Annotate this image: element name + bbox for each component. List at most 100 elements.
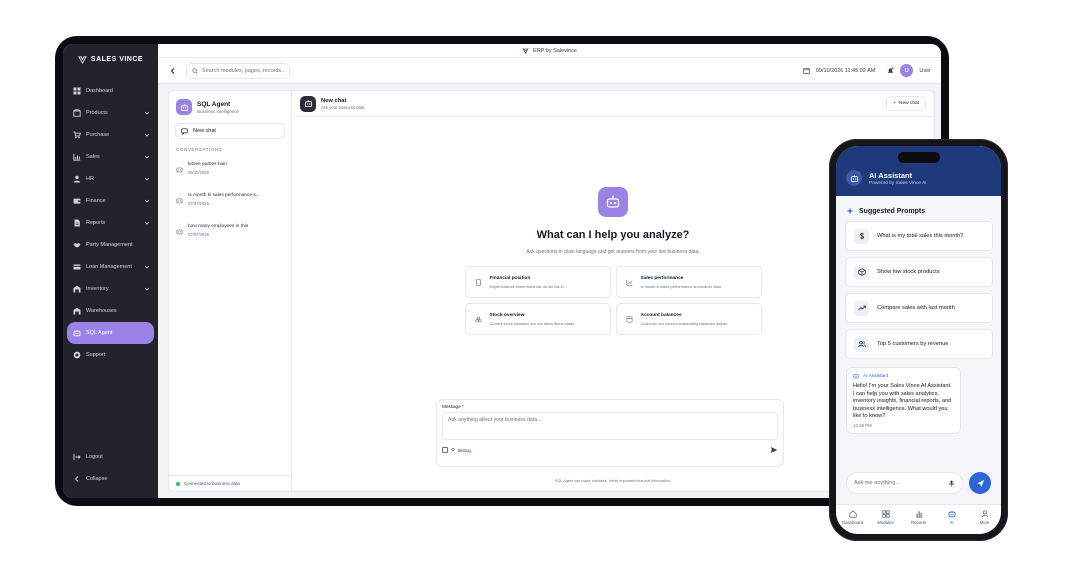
assistant-message: AI Assistant Hello! I'm your Sales Vince… (846, 367, 961, 434)
modules-icon (881, 510, 890, 518)
card-description: Mujhe balance sheet bana kar do abi tak … (489, 283, 564, 289)
database-icon (626, 315, 632, 323)
card-description: Current stock valuation aur low stock it… (489, 320, 575, 326)
product-showcase: SALES VINCE Dashboard Products Purchase (0, 0, 1080, 572)
conversation-item[interactable]: kitnee parties hain 09/10/2026 (169, 158, 291, 189)
sidebar-item-hr[interactable]: HR (63, 168, 158, 190)
document-icon (475, 278, 481, 286)
bot-icon (176, 229, 183, 235)
bot-icon (73, 329, 81, 337)
person-icon (981, 510, 988, 518)
message-input[interactable]: Ask anything about your business data... (442, 412, 778, 440)
tab-label: Reports (910, 520, 927, 525)
tab-label: AI (949, 520, 954, 525)
sidebar-item-reports[interactable]: Reports (63, 212, 158, 234)
back-button[interactable] (168, 66, 178, 76)
tab-more[interactable]: More (971, 510, 999, 525)
logout-label: Logout (86, 454, 103, 460)
warehouse-icon (73, 285, 81, 293)
brand-logo: SALES VINCE (63, 50, 158, 68)
sparkle-icon (846, 207, 854, 215)
connection-status: Connected to business data (169, 475, 291, 491)
prompt-button[interactable]: Top 5 customers by revenue (845, 329, 993, 359)
window-titlebar: ERP by Salevince (158, 44, 941, 58)
send-button[interactable] (770, 446, 778, 454)
tab-dashboard[interactable]: Dashboard (839, 510, 867, 525)
tab-label: Dashboard (841, 520, 864, 525)
collapse-button[interactable]: Collapse (63, 468, 158, 490)
sidebar-item-loan-management[interactable]: Loan Management (63, 256, 158, 278)
sidebar-item-sales[interactable]: Sales (63, 146, 158, 168)
debug-gear-icon: ⚙ (451, 447, 455, 452)
sidebar-item-purchase[interactable]: Purchase (63, 124, 158, 146)
grid-icon (73, 87, 81, 95)
tab-label: Modules (877, 520, 894, 525)
laptop-screen: SALES VINCE Dashboard Products Purchase (63, 44, 941, 498)
sidebar-item-sql-agent[interactable]: SQL Agent (67, 322, 154, 344)
datetime-display: 09/10/2026 11:45:02 AM (815, 67, 876, 74)
tab-label: More (979, 520, 990, 525)
sidebar-item-dashboard[interactable]: Dashboard (63, 80, 158, 102)
prompt-button[interactable]: What is my total sales this month? (845, 221, 993, 251)
phone-message-input[interactable]: Ask me anything... (846, 472, 963, 494)
card-title: Account balances (640, 312, 682, 318)
hero-title: What can I help you analyze? (536, 229, 690, 241)
conversation-item[interactable]: Is month ki sales performance s... 07/07… (169, 189, 291, 220)
support-icon (73, 351, 81, 359)
sidebar-item-products[interactable]: Products (63, 102, 158, 124)
bot-icon (598, 187, 628, 217)
microphone-icon[interactable] (948, 480, 955, 487)
phone-screen: AI Assistant Powered by Sales Vince AI S… (836, 146, 1001, 534)
sidebar-item-party-management[interactable]: Party Management (63, 234, 158, 256)
new-chat-button[interactable]: + New chat (886, 96, 926, 111)
conversation-title: how many employees in this (188, 224, 249, 229)
suggestion-card[interactable]: Stock overview Current stock valuation au… (464, 303, 611, 335)
composer-footer: ⚙ Debug (442, 446, 778, 454)
tab-ai[interactable]: AI (938, 510, 966, 525)
wallet-icon (73, 197, 81, 205)
phone-title: AI Assistant (869, 170, 913, 180)
calendar-icon (803, 67, 810, 74)
suggestion-card[interactable]: Account balances Customer aur vendor outs… (615, 303, 762, 335)
chat-subtitle: Ask your business data (321, 104, 365, 110)
suggestion-cards: Financial position Mujhe balance sheet ba… (464, 266, 762, 335)
debug-label: Debug (457, 447, 471, 453)
prompt-label: What is my total sales this month? (877, 233, 964, 239)
debug-checkbox[interactable] (442, 447, 448, 453)
phone-send-button[interactable] (969, 472, 991, 494)
send-icon (976, 479, 984, 487)
prompt-button[interactable]: Compare sales with last month (845, 293, 993, 323)
sidebar-footer: Logout Collapse (63, 446, 158, 490)
message-text: Hello! I'm your Sales Vince AI Assistant… (853, 383, 952, 420)
bot-icon (176, 167, 183, 173)
prompt-label: Top 5 customers by revenue (877, 341, 949, 347)
new-chat-label: New chat (193, 128, 216, 134)
send-icon (770, 447, 778, 453)
search-input[interactable]: Search modules, pages, records... (186, 62, 290, 79)
tab-reports[interactable]: Reports (905, 510, 933, 525)
sidebar-item-inventory[interactable]: Inventory (63, 278, 158, 300)
conversation-item[interactable]: how many employees in this 07/07/2026 (169, 220, 291, 251)
bell-icon[interactable] (887, 67, 894, 74)
suggestion-card[interactable]: Financial position Mujhe balance sheet ba… (464, 266, 611, 298)
suggestion-card[interactable]: Sales performance Is month ki sales perfo… (615, 266, 762, 298)
conversation-date: 07/07/2026 (188, 201, 209, 206)
avatar[interactable]: U (900, 64, 914, 77)
sidebar-item-finance[interactable]: Finance (63, 190, 158, 212)
new-chat-sidebar-button[interactable]: New chat (175, 123, 285, 139)
conversations-heading: CONVERSATIONS (176, 147, 223, 152)
sidebar-item-label: Dashboard (86, 88, 113, 94)
tab-modules[interactable]: Modules (872, 510, 900, 525)
prompt-button[interactable]: Show low stock products (845, 257, 993, 287)
prompt-label: Compare sales with last month (877, 305, 955, 311)
sidebar-item-warehouses[interactable]: Warehouses (63, 300, 158, 322)
sidebar-item-label: Support (86, 352, 106, 358)
sidebar-item-support[interactable]: Support (63, 344, 158, 366)
sidebar-nav: Dashboard Products Purchase Sales HR Fin… (63, 80, 158, 366)
phone-input-placeholder: Ask me anything... (854, 480, 901, 486)
user-label[interactable]: User (919, 68, 931, 74)
chevron-down-icon (144, 198, 150, 204)
logout-button[interactable]: Logout (63, 446, 158, 468)
bot-icon (948, 510, 955, 518)
logout-icon (73, 453, 81, 461)
